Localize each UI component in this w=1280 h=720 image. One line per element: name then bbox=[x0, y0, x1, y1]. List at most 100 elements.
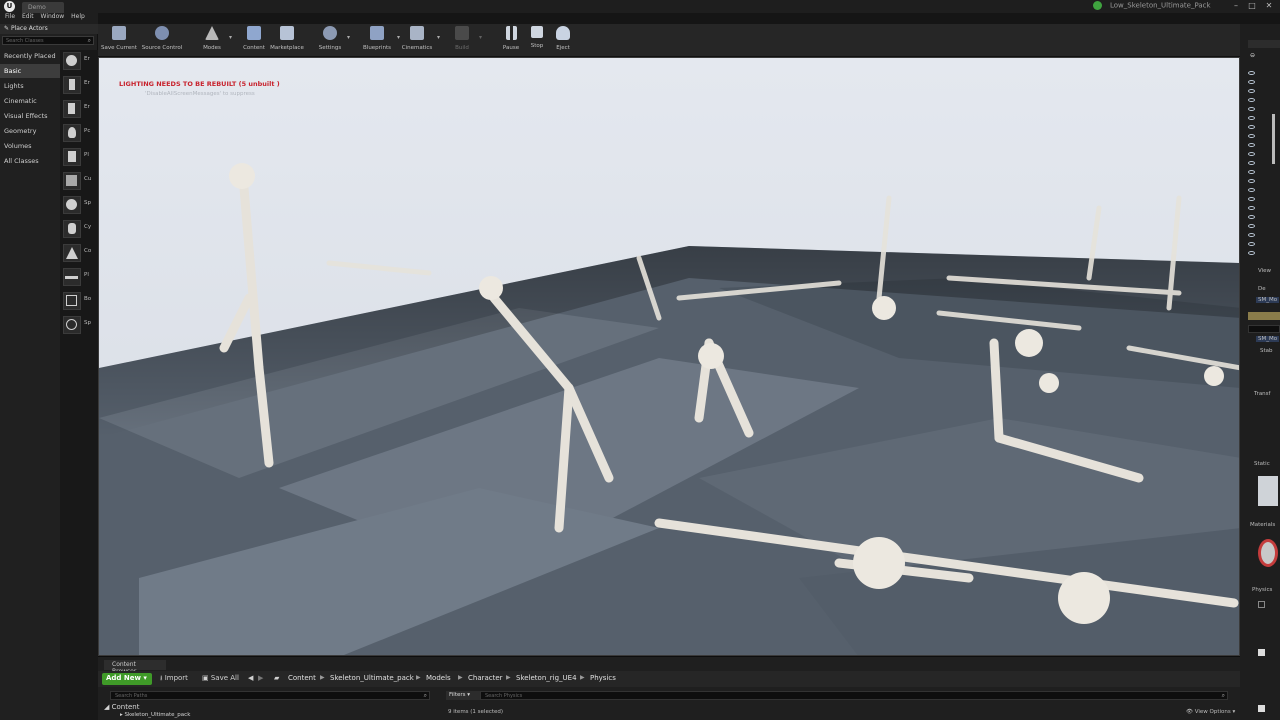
history-back-icon[interactable]: ◀ bbox=[248, 674, 253, 682]
folder-tree-root[interactable]: ◢ Content bbox=[104, 703, 139, 711]
breadcrumb-models[interactable]: Models bbox=[426, 674, 451, 682]
component-label[interactable]: SM_Mo bbox=[1256, 336, 1280, 342]
view-options-button[interactable]: 👁 View Options ▾ bbox=[1186, 709, 1235, 715]
category-visual-effects[interactable]: Visual Effects bbox=[0, 109, 60, 123]
breadcrumb-character[interactable]: Character bbox=[468, 674, 503, 682]
close-icon[interactable]: ✕ bbox=[1263, 1, 1275, 11]
materials-section-header[interactable]: Materials bbox=[1250, 522, 1275, 528]
visibility-eye-icon[interactable] bbox=[1248, 134, 1255, 138]
static-mesh-thumbnail[interactable] bbox=[1258, 476, 1278, 506]
visibility-eye-icon[interactable] bbox=[1248, 215, 1255, 219]
physics-checkbox[interactable] bbox=[1258, 705, 1265, 712]
settings-dropdown-icon[interactable]: ▾ bbox=[347, 34, 350, 41]
actor-item-sphere-trigger[interactable]: Sp bbox=[62, 314, 98, 336]
level-viewport[interactable]: LIGHTING NEEDS TO BE REBUILT (5 unbuilt … bbox=[98, 57, 1240, 656]
category-basic[interactable]: Basic bbox=[0, 64, 60, 78]
document-tab[interactable]: Demo bbox=[22, 2, 64, 13]
actor-item-point-light[interactable]: Pc bbox=[62, 122, 98, 144]
category-all-classes[interactable]: All Classes bbox=[0, 154, 60, 168]
view-options-label[interactable]: View bbox=[1258, 268, 1271, 274]
save-all-button[interactable]: ▣ Save All bbox=[202, 674, 239, 682]
actor-item-empty-character[interactable]: Er bbox=[62, 74, 98, 96]
visibility-eye-icon[interactable] bbox=[1248, 89, 1255, 93]
save-current-button[interactable]: Save Current bbox=[100, 26, 138, 56]
build-button[interactable]: Build ▾ bbox=[448, 26, 482, 56]
add-component-button[interactable] bbox=[1248, 312, 1280, 320]
build-dropdown-icon[interactable]: ▾ bbox=[479, 34, 482, 41]
import-button[interactable]: ⭳ Import bbox=[160, 674, 188, 685]
eject-button[interactable]: Eject bbox=[550, 26, 576, 56]
visibility-eye-icon[interactable] bbox=[1248, 107, 1255, 111]
minimize-icon[interactable]: – bbox=[1230, 1, 1242, 11]
filters-button[interactable]: Filters ▾ bbox=[446, 691, 480, 700]
visibility-eye-icon[interactable] bbox=[1248, 116, 1255, 120]
details-tab[interactable]: De bbox=[1258, 286, 1266, 292]
menu-window[interactable]: Window bbox=[41, 13, 65, 20]
content-browser-tab[interactable]: Content Browser bbox=[104, 660, 166, 675]
breadcrumb-separator-icon[interactable]: ▶ bbox=[506, 674, 511, 681]
category-lights[interactable]: Lights bbox=[0, 79, 60, 93]
lock-icon[interactable]: ⊖ bbox=[1250, 52, 1255, 59]
folder-tree-item[interactable]: ▸ Skeleton_Ultimate_pack bbox=[120, 712, 190, 718]
visibility-eye-icon[interactable] bbox=[1248, 242, 1255, 246]
asset-search-input[interactable]: Search Physics ⌕ bbox=[480, 691, 1228, 700]
actor-item-box-trigger[interactable]: Bo bbox=[62, 290, 98, 312]
visibility-eye-icon[interactable] bbox=[1248, 71, 1255, 75]
visibility-eye-icon[interactable] bbox=[1248, 98, 1255, 102]
menu-help[interactable]: Help bbox=[71, 13, 85, 20]
actor-item-cylinder[interactable]: Cy bbox=[62, 218, 98, 240]
maximize-icon[interactable]: □ bbox=[1246, 1, 1258, 11]
breadcrumb-separator-icon[interactable]: ▶ bbox=[580, 674, 585, 681]
visibility-eye-icon[interactable] bbox=[1248, 224, 1255, 228]
visibility-eye-icon[interactable] bbox=[1248, 206, 1255, 210]
breadcrumb-skeleton-rig[interactable]: Skeleton_rig_UE4 bbox=[516, 674, 577, 682]
actor-item-cone[interactable]: Co bbox=[62, 242, 98, 264]
material-thumbnail[interactable] bbox=[1258, 539, 1278, 567]
actor-item-cube[interactable]: Cu bbox=[62, 170, 98, 192]
visibility-eye-icon[interactable] bbox=[1248, 179, 1255, 183]
visibility-eye-icon[interactable] bbox=[1248, 125, 1255, 129]
category-recently-placed[interactable]: Recently Placed bbox=[0, 49, 60, 63]
visibility-eye-icon[interactable] bbox=[1248, 170, 1255, 174]
cinematics-dropdown-icon[interactable]: ▾ bbox=[437, 34, 440, 41]
selected-mesh-label[interactable]: SM_Mo bbox=[1256, 297, 1280, 303]
stop-button[interactable]: Stop bbox=[524, 26, 550, 56]
visibility-eye-icon[interactable] bbox=[1248, 251, 1255, 255]
outliner-scrollbar[interactable] bbox=[1272, 114, 1275, 164]
class-search-input[interactable]: Search Classes ⌕ bbox=[2, 36, 94, 45]
marketplace-button[interactable]: Marketplace bbox=[270, 26, 304, 56]
actor-item-empty-actor[interactable]: Er bbox=[62, 50, 98, 72]
content-button[interactable]: Content bbox=[240, 26, 268, 56]
static-mesh-section-header[interactable]: Static bbox=[1254, 461, 1270, 467]
actor-item-sphere[interactable]: Sp bbox=[62, 194, 98, 216]
category-cinematic[interactable]: Cinematic bbox=[0, 94, 60, 108]
category-volumes[interactable]: Volumes bbox=[0, 139, 60, 153]
visibility-eye-icon[interactable] bbox=[1248, 161, 1255, 165]
breadcrumb-separator-icon[interactable]: ▶ bbox=[320, 674, 325, 681]
menu-edit[interactable]: Edit bbox=[22, 13, 34, 20]
blueprints-button[interactable]: Blueprints ▾ bbox=[360, 26, 400, 56]
menu-file[interactable]: File bbox=[5, 13, 15, 20]
visibility-eye-icon[interactable] bbox=[1248, 188, 1255, 192]
physics-checkbox[interactable] bbox=[1258, 649, 1265, 656]
actor-item-player-start[interactable]: Pl bbox=[62, 146, 98, 168]
pause-button[interactable]: Pause bbox=[498, 26, 524, 56]
breadcrumb-separator-icon[interactable]: ▶ bbox=[458, 674, 463, 681]
breadcrumb-separator-icon[interactable]: ▶ bbox=[416, 674, 421, 681]
visibility-eye-icon[interactable] bbox=[1248, 152, 1255, 156]
simulate-physics-checkbox[interactable] bbox=[1258, 601, 1265, 608]
visibility-eye-icon[interactable] bbox=[1248, 233, 1255, 237]
details-search-input[interactable] bbox=[1248, 325, 1280, 333]
history-forward-icon[interactable]: ▶ bbox=[258, 674, 263, 682]
visibility-eye-icon[interactable] bbox=[1248, 197, 1255, 201]
actor-item-plane[interactable]: Pl bbox=[62, 266, 98, 288]
modes-button[interactable]: Modes ▾ bbox=[198, 26, 232, 56]
category-geometry[interactable]: Geometry bbox=[0, 124, 60, 138]
modes-dropdown-icon[interactable]: ▾ bbox=[229, 34, 232, 41]
transform-section-header[interactable]: Transf bbox=[1254, 391, 1270, 397]
settings-button[interactable]: Settings ▾ bbox=[316, 26, 350, 56]
breadcrumb-content[interactable]: Content bbox=[288, 674, 316, 682]
physics-section-header[interactable]: Physics bbox=[1252, 587, 1272, 593]
breadcrumb-skeleton-ultimate-pack[interactable]: Skeleton_Ultimate_pack bbox=[330, 674, 414, 682]
search-paths-input[interactable]: Search Paths ⌕ bbox=[110, 691, 430, 700]
